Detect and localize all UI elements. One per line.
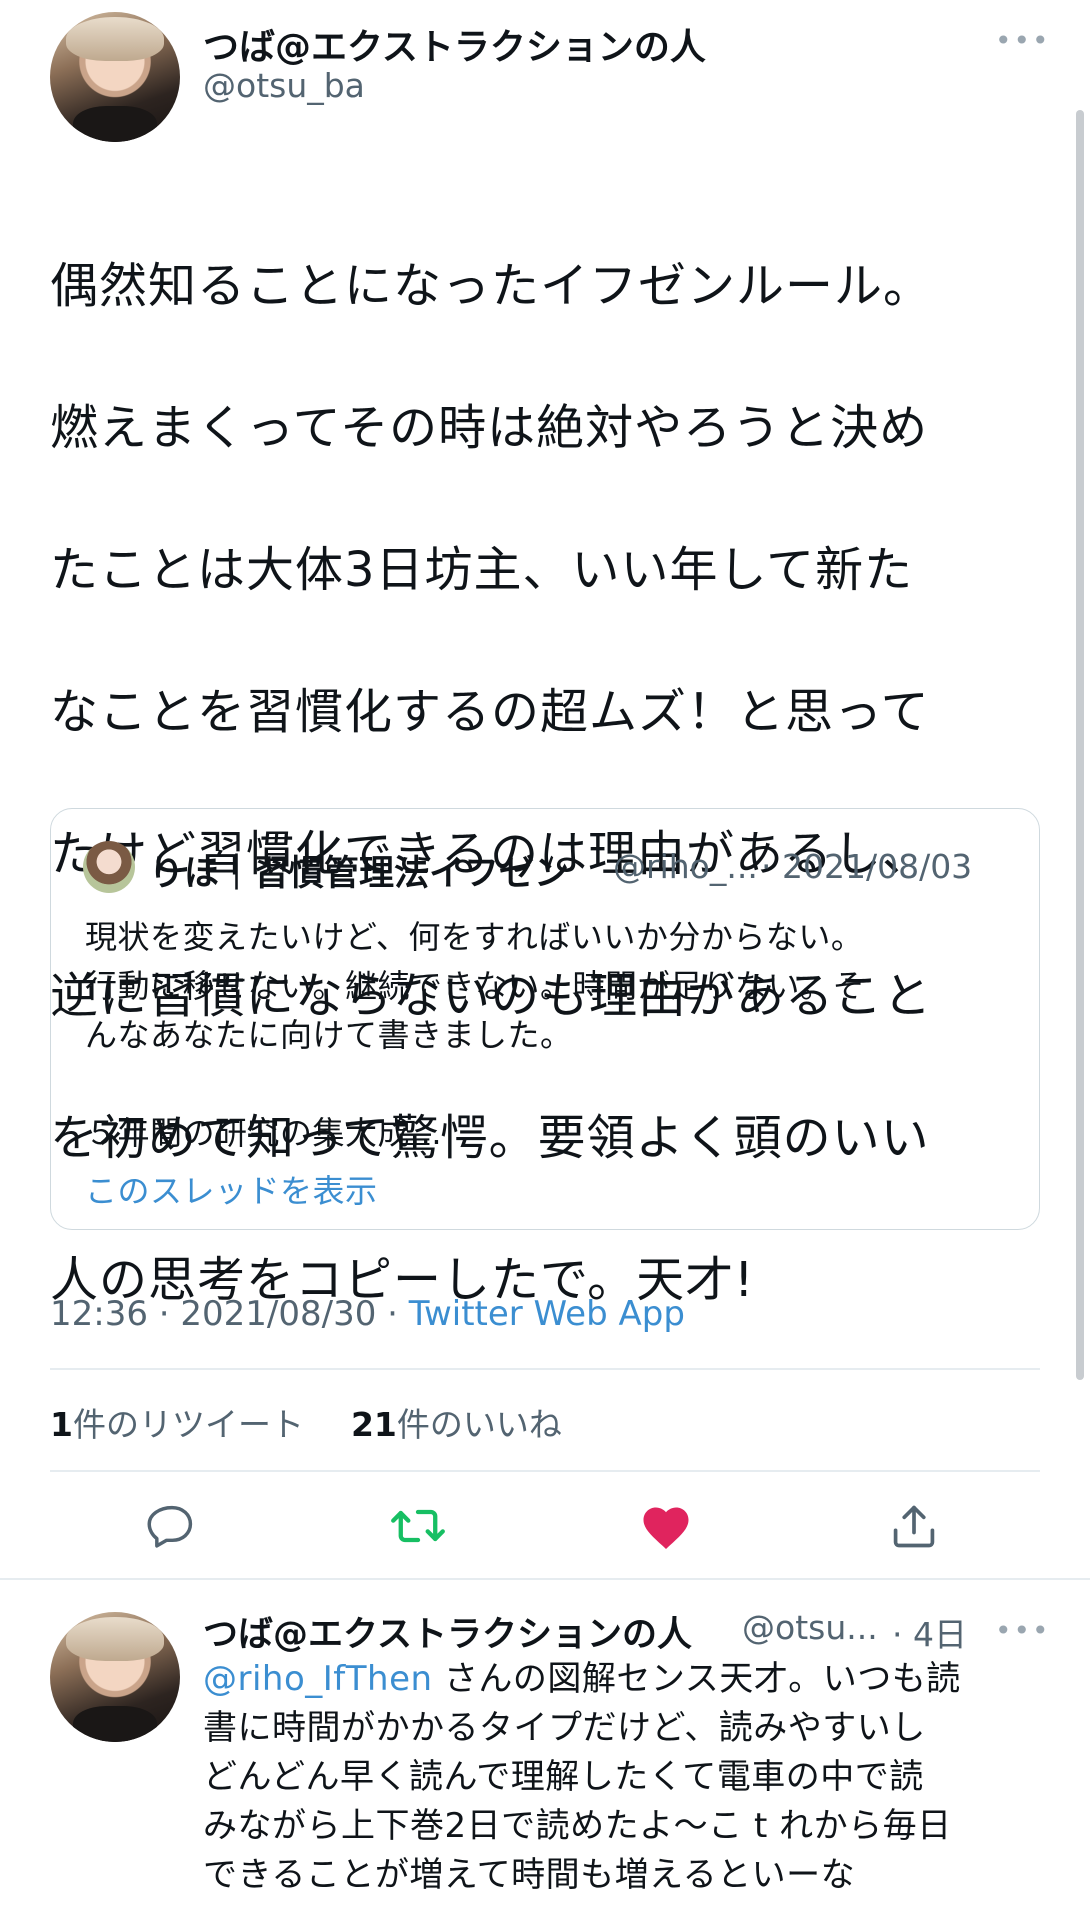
reply-text-line: どんどん早く読んで理解したくて電車の中で読 (203, 1757, 924, 1797)
quoted-text-line: んなあなたに向けて書きました。 (85, 1016, 573, 1054)
tweet-timestamp: 12:36 · 2021/08/30 · Twitter Web App (50, 1294, 685, 1334)
tweet-source-link[interactable]: Twitter Web App (409, 1294, 685, 1334)
reply-text-segment: さんの図解センス天才。いつも読 (432, 1659, 961, 1699)
like-count: 21 (350, 1405, 397, 1444)
retweet-icon[interactable] (388, 1496, 448, 1556)
quoted-author-avatar (83, 841, 135, 893)
quoted-date: · 2021/08/03 (761, 847, 973, 886)
reply-text-line: できることが増えて時間も増えるといーな (203, 1855, 856, 1895)
retweet-label: 件のリツイート (72, 1405, 304, 1444)
scrollbar[interactable] (1076, 110, 1084, 1380)
like-label: 件のいいね (396, 1405, 562, 1444)
quoted-text: 現状を変えたいけど、何をすればいいか分からない。 行動に移せない。継続できない。… (85, 913, 1015, 1158)
quoted-text-line: 現状を変えたいけど、何をすればいいか分からない。 (85, 918, 864, 956)
reply-text-line: @riho_IfThen さんの図解センス天才。いつも読 (203, 1655, 1043, 1704)
mention-link[interactable]: @riho_IfThen (203, 1659, 433, 1699)
share-icon[interactable] (884, 1496, 944, 1556)
quoted-text-line: 行動に移せない。継続できない。時間が足りない。そ (85, 967, 866, 1005)
divider (50, 1470, 1040, 1472)
show-thread-link[interactable]: このスレッドを表示 (85, 1167, 378, 1216)
tweet-stats: 1件のリツイート 21件のいいね (50, 1398, 562, 1446)
tweet-text-line: たことは大体3日坊主、いい年して新た (50, 542, 914, 598)
quoted-author-name: りほ｜習慣管理法イフゼン (149, 854, 570, 894)
more-icon[interactable]: ••• (995, 24, 1051, 57)
divider (50, 1368, 1040, 1370)
more-icon[interactable]: ••• (995, 1614, 1051, 1647)
quoted-text-line (85, 1060, 1015, 1109)
author-avatar[interactable] (50, 12, 180, 142)
author-handle[interactable]: @otsu_ba (203, 66, 365, 105)
like-stat[interactable]: 21件のいいね (351, 1405, 562, 1444)
tweet-time: 12:36 · 2021/08/30 · (50, 1294, 409, 1334)
retweet-count: 1 (50, 1405, 73, 1444)
like-icon[interactable] (636, 1496, 696, 1556)
reply-author-avatar[interactable] (50, 1612, 180, 1742)
tweet-text-line: 燃えまくってその時は絶対やろうと決め (50, 400, 929, 456)
tweet-text-line: 偶然知ることになったイフゼンルール。 (50, 258, 933, 314)
quoted-author-handle: @riho_... (613, 847, 758, 886)
retweet-stat[interactable]: 1件のリツイート (50, 1405, 304, 1444)
reply-text-line: みながら上下巻2日で読めたよ〜こ t れから毎日 (203, 1806, 952, 1846)
reply-time: · 4日 (892, 1615, 967, 1654)
reply-text: @riho_IfThen さんの図解センス天才。いつも読 書に時間がかかるタイプ… (203, 1655, 1043, 1900)
author-name[interactable]: つば@エクストラクションの人 (203, 18, 706, 70)
tweet-text-line: なことを習慣化するの超ムズ！と思って (50, 684, 930, 740)
reply-author-handle[interactable]: @otsu... (742, 1608, 878, 1647)
section-divider (0, 1578, 1090, 1580)
quoted-tweet-card[interactable]: りほ｜習慣管理法イフゼン @riho_... · 2021/08/03 現状を変… (50, 808, 1040, 1230)
quoted-text-line: ５年間の研究の集大成... (85, 1114, 443, 1152)
reply-text-line: 書に時間がかかるタイプだけど、読みやすいし (203, 1708, 926, 1748)
reply-icon[interactable] (142, 1496, 202, 1556)
reply-author-name[interactable]: つば@エクストラクションの人 (203, 1606, 692, 1657)
